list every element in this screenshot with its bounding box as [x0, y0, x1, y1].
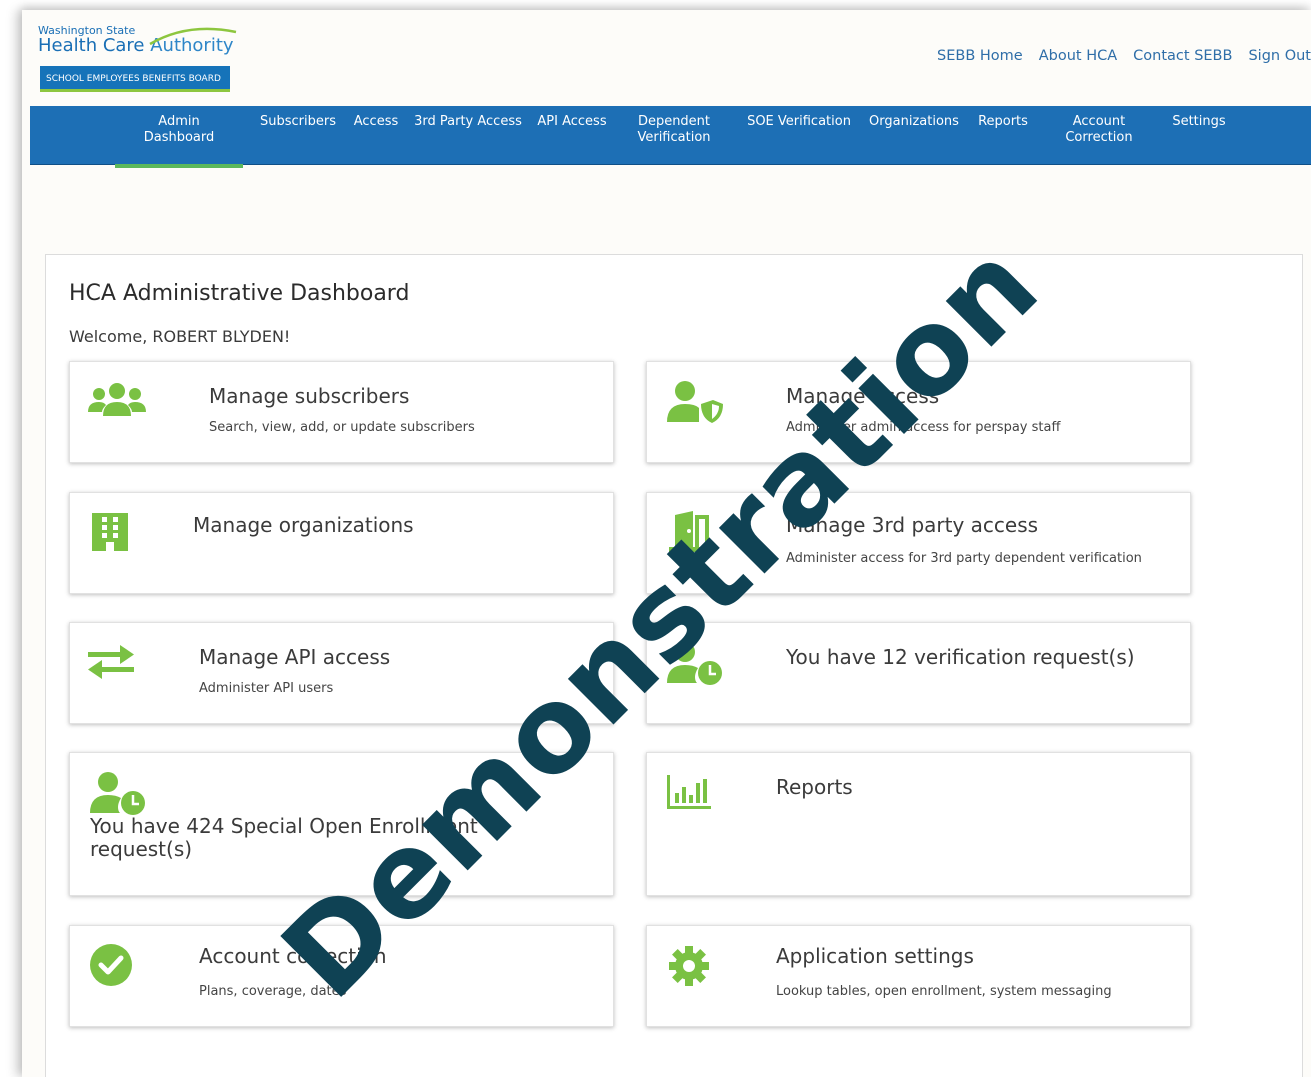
- dashboard-panel: HCA Administrative Dashboard Welcome, RO…: [45, 254, 1303, 1077]
- card-title: Manage access: [786, 384, 940, 408]
- card-title: Manage 3rd party access: [786, 513, 1039, 537]
- card-title: Manage API access: [199, 645, 391, 669]
- card-title: Application settings: [776, 944, 974, 968]
- gear-icon: [669, 946, 709, 986]
- card-description: Administer access for 3rd party dependen…: [786, 551, 1142, 566]
- card-description: Administer admin access for perspay staf…: [786, 420, 1061, 435]
- link-contact-sebb[interactable]: Contact SEBB: [1133, 48, 1232, 64]
- card-manage-access[interactable]: Manage access Administer admin access fo…: [646, 361, 1191, 463]
- card-soe-requests[interactable]: You have 424 Special Open Enrollment req…: [69, 752, 614, 896]
- page-title: HCA Administrative Dashboard: [69, 281, 410, 306]
- card-description: Plans, coverage, dates: [199, 984, 347, 999]
- users-icon: [88, 383, 146, 416]
- card-description: Administer API users: [199, 681, 334, 696]
- card-description: Lookup tables, open enrollment, system m…: [776, 984, 1112, 999]
- card-description: Search, view, add, or update subscribers: [209, 420, 475, 435]
- link-sign-out[interactable]: Sign Out: [1248, 48, 1311, 64]
- check-circle-icon: [90, 944, 132, 986]
- top-links: SEBB Home About HCA Contact SEBB Sign Ou…: [937, 48, 1311, 64]
- nav-api-access[interactable]: API Access: [532, 106, 612, 164]
- nav-admin-dashboard[interactable]: Admin Dashboard: [115, 106, 243, 168]
- nav-soe-verification[interactable]: SOE Verification: [742, 106, 856, 164]
- nav-subscribers[interactable]: Subscribers: [252, 106, 344, 164]
- user-clock-icon: [667, 642, 722, 685]
- card-title: Manage subscribers: [209, 384, 410, 408]
- card-title: Reports: [776, 775, 853, 799]
- card-manage-subscribers[interactable]: Manage subscribers Search, view, add, or…: [69, 361, 614, 463]
- nav-3rd-party-access[interactable]: 3rd Party Access: [410, 106, 526, 164]
- link-sebb-home[interactable]: SEBB Home: [937, 48, 1023, 64]
- browser-frame: Washington State Health Care Authority S…: [22, 10, 1311, 1077]
- nav-reports[interactable]: Reports: [974, 106, 1032, 164]
- card-verification-requests[interactable]: You have 12 verification request(s): [646, 622, 1191, 724]
- logo-swoosh-icon: [149, 27, 237, 46]
- card-reports[interactable]: Reports: [646, 752, 1191, 896]
- user-shield-icon: [667, 381, 723, 423]
- card-title: You have 424 Special Open Enrollment req…: [90, 814, 478, 861]
- welcome-message: Welcome, ROBERT BLYDEN!: [69, 327, 291, 346]
- card-manage-organizations[interactable]: Manage organizations: [69, 492, 614, 594]
- card-application-settings[interactable]: Application settings Lookup tables, open…: [646, 925, 1191, 1027]
- nav-settings[interactable]: Settings: [1168, 106, 1230, 164]
- exchange-arrows-icon: [88, 645, 134, 679]
- card-title: You have 12 verification request(s): [786, 645, 1135, 669]
- nav-account-correction[interactable]: Account Correction: [1056, 106, 1142, 164]
- card-manage-3rd-party-access[interactable]: Manage 3rd party access Administer acces…: [646, 492, 1191, 594]
- door-icon: [669, 511, 713, 552]
- link-about-hca[interactable]: About HCA: [1039, 48, 1117, 64]
- card-title: Manage organizations: [193, 513, 414, 537]
- card-account-correction[interactable]: Account correction Plans, coverage, date…: [69, 925, 614, 1027]
- building-icon: [92, 513, 128, 551]
- card-title: Account correction: [199, 944, 387, 968]
- main-nav: Admin Dashboard Subscribers Access 3rd Pa…: [30, 106, 1311, 168]
- hca-logo[interactable]: Washington State Health Care Authority S…: [38, 24, 238, 94]
- logo-band: SCHOOL EMPLOYEES BENEFITS BOARD: [40, 66, 230, 92]
- user-clock-icon: [90, 772, 145, 815]
- nav-organizations[interactable]: Organizations: [866, 106, 962, 164]
- bar-chart-icon: [667, 775, 711, 809]
- card-manage-api-access[interactable]: Manage API access Administer API users: [69, 622, 614, 724]
- nav-dependent-verification[interactable]: Dependent Verification: [628, 106, 720, 164]
- nav-access[interactable]: Access: [348, 106, 404, 164]
